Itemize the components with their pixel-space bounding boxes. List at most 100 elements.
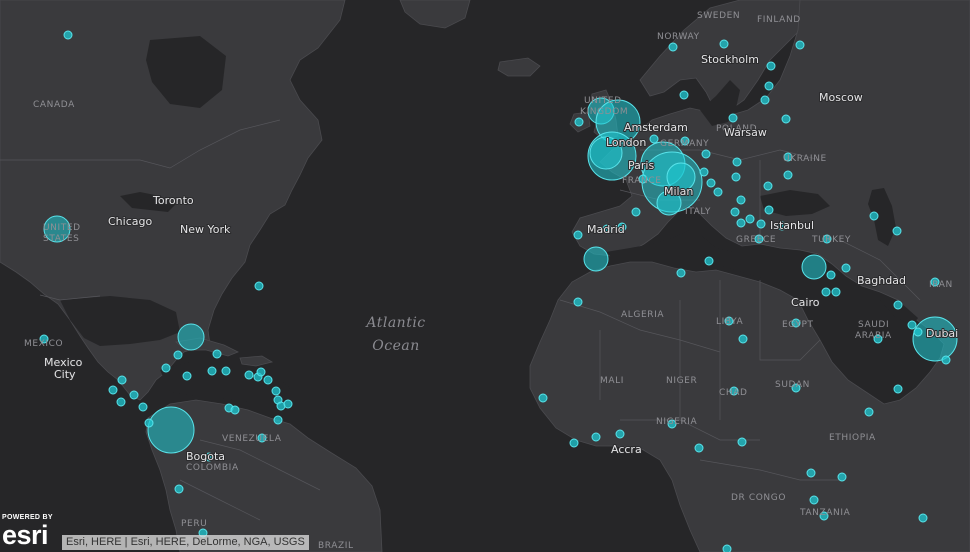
country-label: KINGDOM <box>580 107 628 117</box>
map-canvas[interactable]: SWEDEN FINLAND NORWAY CANADA UNITED KING… <box>0 0 970 552</box>
marker-circle[interactable] <box>738 334 748 344</box>
marker-circle[interactable] <box>668 42 678 52</box>
marker-circle[interactable] <box>574 117 584 127</box>
attribution-bar[interactable]: Esri, HERE | Esri, HERE, DeLorme, NGA, U… <box>62 535 309 550</box>
marker-circle[interactable] <box>907 320 917 330</box>
marker-circle[interactable] <box>699 167 709 177</box>
marker-circle[interactable] <box>538 393 548 403</box>
city-label: Stockholm <box>701 53 759 66</box>
marker-circle[interactable] <box>756 219 766 229</box>
city-label: Baghdad <box>857 274 906 287</box>
marker-circle[interactable] <box>591 432 601 442</box>
marker-circle[interactable] <box>728 113 738 123</box>
marker-circle[interactable] <box>573 297 583 307</box>
marker-circle[interactable] <box>144 418 154 428</box>
marker-circle[interactable] <box>583 246 609 272</box>
marker-circle[interactable] <box>763 181 773 191</box>
marker-circle[interactable] <box>713 187 723 197</box>
marker-circle[interactable] <box>706 178 716 188</box>
marker-circle[interactable] <box>869 211 879 221</box>
marker-circle[interactable] <box>173 350 183 360</box>
landmass-hispaniola <box>239 355 274 367</box>
marker-circle[interactable] <box>177 323 205 351</box>
marker-circle[interactable] <box>731 172 741 182</box>
marker-circle[interactable] <box>138 402 148 412</box>
marker-circle[interactable] <box>864 407 874 417</box>
marker-circle[interactable] <box>826 270 836 280</box>
marker-circle[interactable] <box>615 429 625 439</box>
marker-circle[interactable] <box>129 390 139 400</box>
landmasses <box>0 0 970 552</box>
marker-circle[interactable] <box>719 39 729 49</box>
marker-circle[interactable] <box>764 205 774 215</box>
marker-circle[interactable] <box>745 214 755 224</box>
marker-circle[interactable] <box>837 472 847 482</box>
landmass-greenland <box>399 0 471 29</box>
marker-circle[interactable] <box>649 134 659 144</box>
marker-circle[interactable] <box>893 300 903 310</box>
city-label: Paris <box>628 159 654 172</box>
marker-circle[interactable] <box>730 207 740 217</box>
marker-circle[interactable] <box>244 370 254 380</box>
marker-circle[interactable] <box>63 30 73 40</box>
country-label: NIGER <box>666 376 697 386</box>
marker-circle[interactable] <box>722 544 732 552</box>
marker-circle[interactable] <box>573 230 583 240</box>
marker-circle[interactable] <box>147 406 195 454</box>
country-label: TANZANIA <box>799 508 851 518</box>
marker-circle[interactable] <box>694 443 704 453</box>
marker-circle[interactable] <box>841 263 851 273</box>
country-label: ITALY <box>685 207 711 217</box>
esri-logo[interactable]: POWERED BY esri <box>2 514 60 552</box>
marker-circle[interactable] <box>732 157 742 167</box>
marker-circle[interactable] <box>256 367 266 377</box>
marker-circle[interactable] <box>918 513 928 523</box>
marker-circle[interactable] <box>809 495 819 505</box>
marker-circle[interactable] <box>271 386 281 396</box>
marker-circle[interactable] <box>283 399 293 409</box>
marker-circle[interactable] <box>831 287 841 297</box>
marker-circle[interactable] <box>679 90 689 100</box>
marker-circle[interactable] <box>207 366 217 376</box>
marker-circle[interactable] <box>892 226 902 236</box>
marker-circle[interactable] <box>821 287 831 297</box>
marker-circle[interactable] <box>108 385 118 395</box>
marker-circle[interactable] <box>760 95 770 105</box>
marker-circle[interactable] <box>704 256 714 266</box>
marker-circle[interactable] <box>273 415 283 425</box>
marker-circle[interactable] <box>182 371 192 381</box>
marker-circle[interactable] <box>569 438 579 448</box>
country-label: NORWAY <box>657 32 700 42</box>
marker-circle[interactable] <box>913 327 923 337</box>
marker-circle[interactable] <box>221 366 231 376</box>
marker-circle[interactable] <box>764 81 774 91</box>
marker-circle[interactable] <box>701 149 711 159</box>
marker-circle[interactable] <box>806 468 816 478</box>
marker-circle[interactable] <box>263 375 273 385</box>
marker-circle[interactable] <box>230 405 240 415</box>
marker-circle[interactable] <box>631 207 641 217</box>
country-label: CANADA <box>33 100 75 110</box>
country-label: GREECE <box>736 235 776 245</box>
marker-circle[interactable] <box>893 384 903 394</box>
marker-circle[interactable] <box>801 254 827 280</box>
marker-circle[interactable] <box>736 218 746 228</box>
marker-circle[interactable] <box>795 40 805 50</box>
country-label: DR CONGO <box>731 493 786 503</box>
country-label: NIGERIA <box>656 417 698 427</box>
marker-circle[interactable] <box>941 355 951 365</box>
country-label: BRAZIL <box>318 541 354 551</box>
marker-circle[interactable] <box>161 363 171 373</box>
marker-circle[interactable] <box>116 397 126 407</box>
marker-circle[interactable] <box>783 170 793 180</box>
country-label: SAUDI <box>858 320 889 330</box>
marker-circle[interactable] <box>254 281 264 291</box>
marker-circle[interactable] <box>736 195 746 205</box>
marker-circle[interactable] <box>117 375 127 385</box>
marker-circle[interactable] <box>174 484 184 494</box>
marker-circle[interactable] <box>212 349 222 359</box>
marker-circle[interactable] <box>766 61 776 71</box>
marker-circle[interactable] <box>781 114 791 124</box>
marker-circle[interactable] <box>737 437 747 447</box>
marker-circle[interactable] <box>676 268 686 278</box>
